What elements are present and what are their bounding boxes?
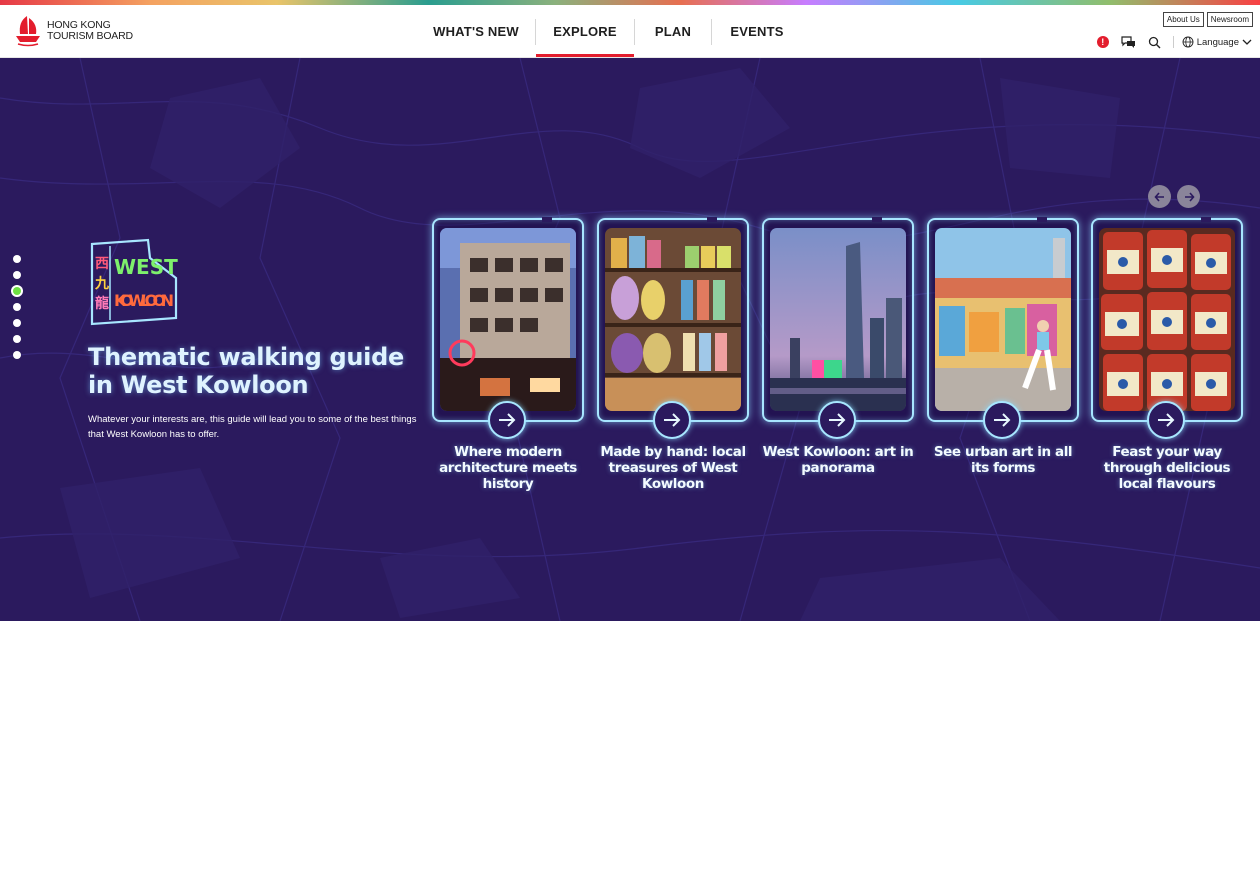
card-image-panorama	[770, 228, 906, 411]
card-title: West Kowloon: art in panorama	[762, 444, 914, 476]
alert-icon[interactable]: !	[1095, 34, 1111, 50]
globe-icon	[1182, 36, 1194, 48]
utility-icons: ! Language	[1095, 34, 1252, 50]
card-go-button[interactable]	[488, 401, 526, 439]
carousel-next-button[interactable]	[1177, 185, 1200, 208]
card-image-architecture	[440, 228, 576, 411]
card-image-handmade	[605, 228, 741, 411]
logo-english-top: WEST	[114, 255, 178, 279]
arrow-right-icon	[1158, 413, 1175, 427]
logo-chinese-3: 龍	[95, 295, 109, 312]
slide-dot[interactable]	[13, 335, 21, 343]
arrow-right-icon	[994, 413, 1011, 427]
slide-dot[interactable]	[13, 303, 21, 311]
arrow-right-icon	[1184, 191, 1195, 202]
alert-badge: !	[1096, 36, 1109, 48]
nav-whats-new[interactable]: WHAT'S NEW	[417, 5, 535, 58]
carousel-prev-button[interactable]	[1148, 185, 1171, 208]
slide-dot-active[interactable]	[13, 287, 21, 295]
slide-dots	[13, 255, 21, 359]
site-header: HONG KONG TOURISM BOARD WHAT'S NEW EXPLO…	[0, 5, 1260, 58]
card-title: Feast your way through delicious local f…	[1103, 444, 1231, 492]
nav-plan[interactable]: PLAN	[635, 5, 711, 58]
carousel-arrows	[1148, 185, 1200, 208]
logo-chinese-1: 西	[95, 256, 109, 272]
main-nav: WHAT'S NEW EXPLORE PLAN EVENTS	[417, 5, 802, 58]
nav-events[interactable]: EVENTS	[712, 5, 802, 58]
card-go-button[interactable]	[653, 401, 691, 439]
card-go-button[interactable]	[983, 401, 1021, 439]
card-title: Made by hand: local treasures of West Ko…	[600, 444, 746, 492]
arrow-right-icon	[499, 413, 516, 427]
nav-explore[interactable]: EXPLORE	[536, 5, 634, 58]
logo-text: HONG KONG TOURISM BOARD	[47, 20, 133, 42]
hero-description: Whatever your interests are, this guide …	[88, 414, 417, 440]
language-selector[interactable]: Language	[1172, 36, 1252, 48]
west-kowloon-neon-logo: 西 九 龍 WEST KOWLOON	[90, 238, 178, 326]
card-title: See urban art in all its forms	[933, 444, 1073, 476]
card-go-button[interactable]	[1147, 401, 1185, 439]
card-title: Where modern architecture meets history	[439, 444, 577, 492]
slide-dot[interactable]	[13, 271, 21, 279]
newsroom-link[interactable]: Newsroom	[1206, 12, 1253, 27]
slide-dot[interactable]	[13, 351, 21, 359]
west-kowloon-hero: 西 九 龍 WEST KOWLOON Thematic walking guid…	[0, 58, 1260, 621]
hero-title: Thematic walking guide in West Kowloon	[88, 343, 404, 399]
slide-dot[interactable]	[13, 255, 21, 263]
logo-english-bottom: KOWLOON	[114, 291, 174, 310]
card-go-button[interactable]	[818, 401, 856, 439]
junk-boat-icon	[16, 16, 40, 47]
logo-line-2: TOURISM BOARD	[47, 30, 133, 42]
logo-chinese-2: 九	[94, 276, 109, 292]
hktb-logo[interactable]: HONG KONG TOURISM BOARD	[12, 14, 133, 48]
arrow-right-icon	[664, 413, 681, 427]
slide-dot[interactable]	[13, 319, 21, 327]
about-us-link[interactable]: About Us	[1162, 12, 1204, 27]
language-label: Language	[1196, 36, 1239, 48]
card-image-local-flavours	[1099, 228, 1235, 411]
arrow-right-icon	[829, 413, 846, 427]
utility-links: About Us Newsroom	[1162, 12, 1253, 27]
arrow-left-icon	[1153, 191, 1164, 202]
card-image-urban-art	[935, 228, 1071, 411]
chevron-down-icon	[1242, 39, 1252, 45]
search-icon[interactable]	[1147, 34, 1163, 50]
chat-icon[interactable]	[1121, 34, 1137, 50]
